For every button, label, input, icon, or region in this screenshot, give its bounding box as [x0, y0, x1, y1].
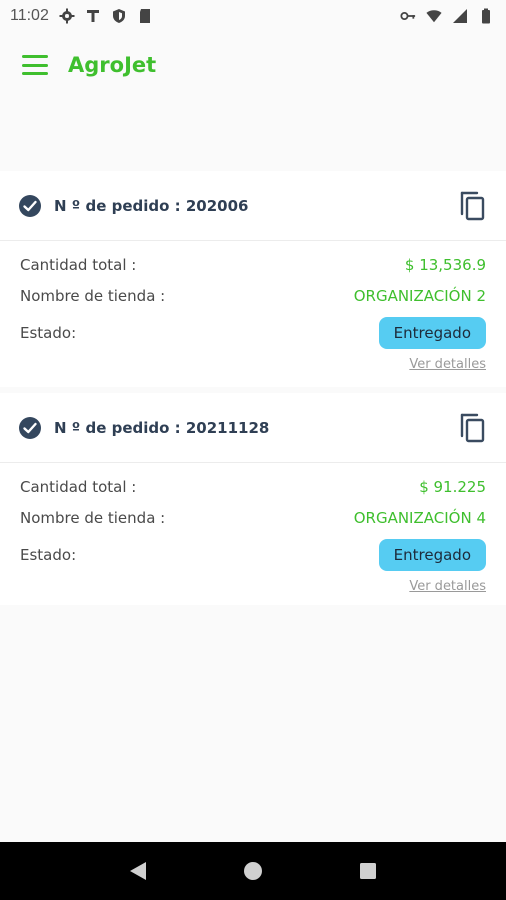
vpn-key-icon: [400, 8, 416, 24]
total-value: $ 13,536.9: [404, 255, 486, 274]
store-row: Nombre de tienda : ORGANIZACIÓN 4: [20, 502, 486, 533]
store-label: Nombre de tienda :: [20, 508, 166, 527]
store-value: ORGANIZACIÓN 2: [353, 286, 486, 305]
signal-icon: [452, 8, 468, 24]
status-bar-left: 11:02: [10, 7, 153, 25]
order-card-header: N º de pedido : 20211128: [0, 393, 506, 463]
recents-icon[interactable]: [357, 860, 379, 882]
total-label: Cantidad total :: [20, 255, 137, 274]
home-icon[interactable]: [242, 860, 264, 882]
order-card-header: N º de pedido : 202006: [0, 171, 506, 241]
status-bar-right: [400, 8, 494, 24]
copy-icon[interactable]: [458, 412, 486, 444]
order-number: N º de pedido : 202006: [54, 196, 249, 215]
hamburger-menu-icon[interactable]: [22, 55, 48, 75]
total-row: Cantidad total : $ 13,536.9: [20, 249, 486, 280]
total-label: Cantidad total :: [20, 477, 137, 496]
status-row: Estado: Entregado: [20, 535, 486, 575]
sd-card-icon: [137, 8, 153, 24]
app-bar: AgroJet: [0, 32, 506, 98]
copy-icon[interactable]: [458, 190, 486, 222]
back-icon[interactable]: [127, 860, 149, 882]
check-circle-icon: [19, 194, 41, 217]
status-label: Estado:: [20, 324, 77, 342]
store-row: Nombre de tienda : ORGANIZACIÓN 2: [20, 280, 486, 311]
order-card: N º de pedido : 202006 Cantidad total : …: [0, 171, 506, 387]
check-circle-icon: [19, 416, 41, 439]
app-title: AgroJet: [68, 53, 157, 77]
battery-icon: [478, 8, 494, 24]
store-value: ORGANIZACIÓN 4: [353, 508, 486, 527]
view-details-link[interactable]: Ver detalles: [20, 357, 486, 379]
store-label: Nombre de tienda :: [20, 286, 166, 305]
total-row: Cantidad total : $ 91.225: [20, 471, 486, 502]
order-number: N º de pedido : 20211128: [54, 418, 270, 437]
status-row: Estado: Entregado: [20, 313, 486, 353]
status-badge[interactable]: Entregado: [378, 539, 486, 571]
shield-icon: [111, 8, 127, 24]
text-icon: [85, 8, 101, 24]
order-card-body: Cantidad total : $ 13,536.9 Nombre de ti…: [0, 241, 506, 379]
status-time: 11:02: [10, 7, 49, 24]
status-bar: 11:02: [0, 0, 506, 32]
view-details-link[interactable]: Ver detalles: [20, 579, 486, 601]
navigation-bar: [0, 842, 506, 900]
order-card-body: Cantidad total : $ 91.225 Nombre de tien…: [0, 463, 506, 601]
total-value: $ 91.225: [419, 477, 486, 496]
status-badge[interactable]: Entregado: [378, 317, 486, 349]
status-label: Estado:: [20, 546, 77, 564]
order-card: N º de pedido : 20211128 Cantidad total …: [0, 393, 506, 605]
settings-icon: [59, 8, 75, 24]
wifi-icon: [426, 8, 442, 24]
